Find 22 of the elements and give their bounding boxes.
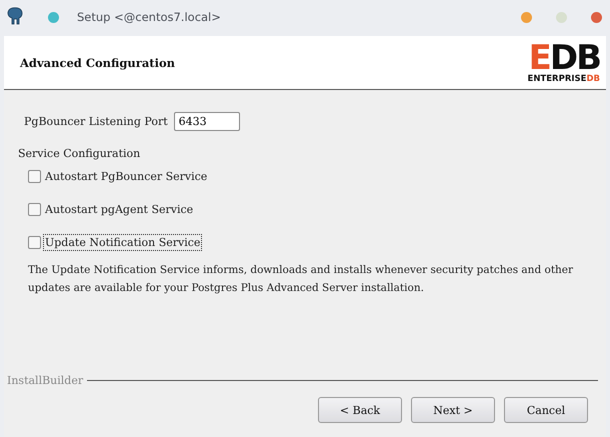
checkbox-label[interactable]: Autostart pgAgent Service <box>44 202 194 217</box>
minimize-icon[interactable] <box>521 12 532 22</box>
section-heading: Service Configuration <box>18 147 142 160</box>
checkbox[interactable] <box>28 236 41 249</box>
page-title: Advanced Configuration <box>20 56 175 70</box>
wizard-button[interactable]: Cancel <box>504 397 588 423</box>
description-text: The Update Notification Service informs, downloads and installs whenever security patches and other updates are available for your Postgres Plus Advanced Server installation. <box>28 263 574 296</box>
wizard-button[interactable]: < Back <box>318 397 402 423</box>
checkbox-label[interactable]: Update Notification Service <box>44 235 202 250</box>
checkbox-label[interactable]: Autostart PgBouncer Service <box>44 169 208 184</box>
elephant-icon <box>6 7 24 27</box>
pin-icon[interactable] <box>48 12 59 22</box>
brand-label: InstallBuilder <box>7 374 84 387</box>
checkbox[interactable] <box>28 203 41 216</box>
window-title: Setup <@centos7.local> <box>77 10 221 24</box>
close-icon[interactable] <box>591 12 602 22</box>
logo-wordmark: ENTERPRISEDB <box>528 75 600 84</box>
wizard-button[interactable]: Next > <box>411 397 495 423</box>
port-field[interactable]: 6433 <box>174 112 240 131</box>
logo-mark: EDB <box>528 41 600 76</box>
checkbox[interactable] <box>28 170 41 183</box>
port-label: PgBouncer Listening Port <box>24 115 168 128</box>
